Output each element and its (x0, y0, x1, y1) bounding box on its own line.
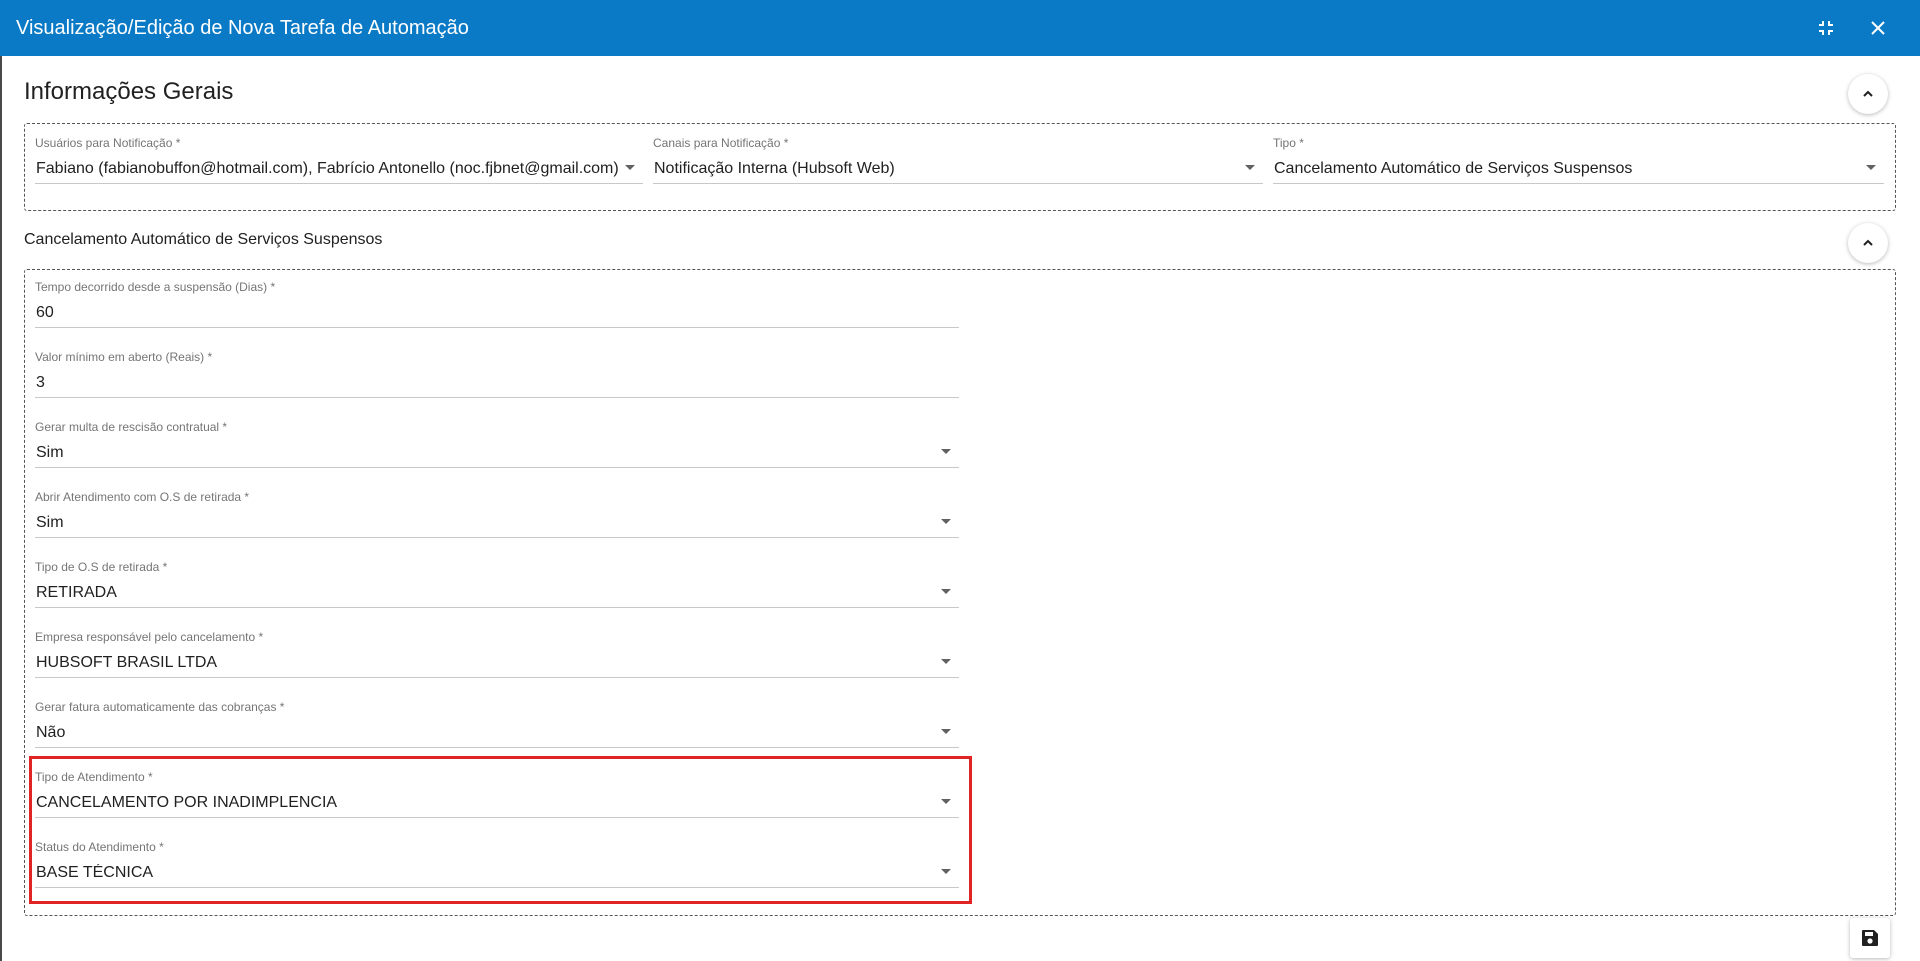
underline (35, 677, 959, 678)
fine-label: Gerar multa de rescisão contratual * (35, 420, 228, 434)
open-ticket-select[interactable]: Abrir Atendimento com O.S de retirada * … (35, 490, 959, 546)
invoice-label: Gerar fatura automaticamente das cobranç… (35, 700, 285, 714)
window-edge (0, 56, 2, 961)
highlight-annotation-box (29, 756, 972, 904)
underline (35, 183, 643, 184)
fine-select[interactable]: Gerar multa de rescisão contratual * Sim (35, 420, 959, 476)
underline (35, 537, 959, 538)
os-type-select[interactable]: Tipo de O.S de retirada * RETIRADA (35, 560, 959, 616)
underline (653, 183, 1263, 184)
close-icon (1871, 21, 1885, 35)
chevron-down-icon (1866, 165, 1876, 170)
fine-value: Sim (36, 444, 64, 461)
elapsed-days-value: 60 (36, 304, 54, 321)
type-label: Tipo * (1273, 136, 1304, 150)
elapsed-days-input[interactable]: Tempo decorrido desde a suspensão (Dias)… (35, 280, 959, 336)
underline (35, 397, 959, 398)
exit-fullscreen-button[interactable] (1810, 12, 1842, 44)
underline (35, 327, 959, 328)
underline (1273, 183, 1884, 184)
users-select[interactable]: Usuários para Notificação * Fabiano (fab… (35, 136, 643, 192)
min-value-value: 3 (36, 374, 45, 391)
cancel-section-title: Cancelamento Automático de Serviços Susp… (24, 231, 383, 248)
open-ticket-value: Sim (36, 514, 64, 531)
chevron-down-icon (1245, 165, 1255, 170)
collapse-general-button[interactable] (1848, 74, 1888, 114)
dialog-titlebar: Visualização/Edição de Nova Tarefa de Au… (0, 0, 1920, 56)
company-value: HUBSOFT BRASIL LTDA (36, 654, 218, 671)
chevron-down-icon (941, 449, 951, 454)
elapsed-days-label: Tempo decorrido desde a suspensão (Dias)… (35, 280, 276, 294)
min-value-label: Valor mínimo em aberto (Reais) * (35, 350, 213, 364)
general-info-panel: Usuários para Notificação * Fabiano (fab… (24, 123, 1896, 211)
chevron-down-icon (941, 589, 951, 594)
dialog-title: Visualização/Edição de Nova Tarefa de Au… (16, 16, 469, 39)
os-type-label: Tipo de O.S de retirada * (35, 560, 168, 574)
users-value: Fabiano (fabianobuffon@hotmail.com), Fab… (36, 160, 618, 177)
collapse-cancel-section-button[interactable] (1848, 223, 1888, 263)
users-label: Usuários para Notificação * (35, 136, 181, 150)
type-select[interactable]: Tipo * Cancelamento Automático de Serviç… (1273, 136, 1884, 192)
chevron-down-icon (941, 519, 951, 524)
min-value-input[interactable]: Valor mínimo em aberto (Reais) * 3 (35, 350, 959, 406)
channels-select[interactable]: Canais para Notificação * Notificação In… (653, 136, 1263, 192)
general-info-title: Informações Gerais (24, 78, 234, 105)
type-value: Cancelamento Automático de Serviços Susp… (1274, 160, 1633, 177)
chevron-down-icon (941, 729, 951, 734)
close-button[interactable] (1862, 12, 1894, 44)
chevron-up-icon (1863, 90, 1873, 97)
exit-fullscreen-icon (1819, 21, 1833, 35)
open-ticket-label: Abrir Atendimento com O.S de retirada * (35, 490, 250, 504)
company-label: Empresa responsável pelo cancelamento * (35, 630, 264, 644)
invoice-select[interactable]: Gerar fatura automaticamente das cobranç… (35, 700, 959, 756)
underline (35, 607, 959, 608)
company-select[interactable]: Empresa responsável pelo cancelamento * … (35, 630, 959, 686)
chevron-down-icon (941, 659, 951, 664)
save-icon (1862, 930, 1878, 946)
save-button[interactable] (1850, 918, 1890, 958)
channels-label: Canais para Notificação * (653, 136, 789, 150)
underline (35, 467, 959, 468)
os-type-value: RETIRADA (36, 584, 117, 601)
channels-value: Notificação Interna (Hubsoft Web) (654, 160, 895, 177)
chevron-down-icon (625, 165, 635, 170)
invoice-value: Não (36, 724, 66, 741)
chevron-up-icon (1863, 239, 1873, 246)
underline (35, 747, 959, 748)
